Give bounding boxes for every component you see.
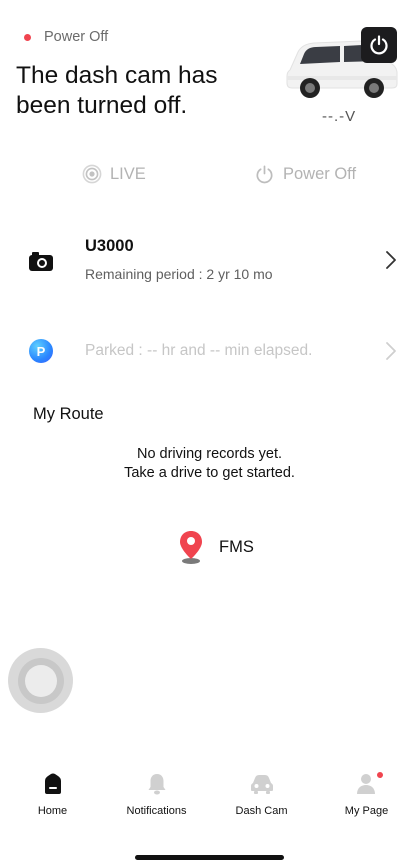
my-route-title: My Route	[33, 405, 104, 423]
person-icon	[356, 774, 375, 794]
tab-dash-cam-label: Dash Cam	[235, 805, 288, 817]
parked-status: Parked : -- hr and -- min elapsed.	[85, 342, 313, 359]
live-icon	[82, 164, 102, 184]
tab-home[interactable]: Home	[0, 762, 105, 828]
tab-notifications[interactable]: Notifications	[104, 762, 209, 828]
notification-badge	[377, 772, 383, 778]
remaining-period: Remaining period : 2 yr 10 mo	[85, 266, 273, 282]
status-dot	[24, 33, 31, 41]
power-off-label: Power Off	[283, 165, 357, 183]
parking-icon: P	[29, 339, 53, 363]
bell-icon	[148, 774, 165, 795]
power-off-button[interactable]: Power Off	[254, 164, 356, 185]
home-icon	[44, 773, 61, 794]
tab-my-page[interactable]: My Page	[314, 762, 419, 828]
device-row[interactable]: U3000 Remaining period : 2 yr 10 mo	[0, 228, 419, 294]
power-icon	[370, 35, 388, 55]
live-label: LIVE	[110, 164, 146, 183]
fms-label: FMS	[219, 537, 254, 556]
fms-button[interactable]: FMS	[177, 529, 254, 565]
voltage-readout: --.-V	[322, 108, 357, 125]
status-label: Power Off	[44, 29, 109, 45]
chevron-right-icon	[386, 251, 396, 269]
status-headline: The dash cam has been turned off.	[16, 62, 218, 119]
floating-assist-button[interactable]	[8, 648, 73, 713]
live-button[interactable]: LIVE	[82, 164, 146, 184]
dashcam-icon	[29, 252, 53, 271]
empty-route-message: No driving records yet. Take a drive to …	[0, 445, 419, 483]
bottom-tab-bar: Home Notifications Dash Cam My Page	[0, 762, 419, 828]
power-button[interactable]	[361, 27, 397, 63]
assist-ring	[17, 657, 64, 704]
empty-line-2: Take a drive to get started.	[124, 465, 295, 481]
parked-row[interactable]: P Parked : -- hr and -- min elapsed.	[0, 332, 419, 370]
power-icon	[256, 165, 273, 184]
tab-dash-cam[interactable]: Dash Cam	[209, 762, 314, 828]
tab-notifications-label: Notifications	[126, 805, 187, 817]
empty-line-1: No driving records yet.	[136, 446, 283, 462]
assist-core	[24, 664, 57, 697]
home-indicator	[135, 855, 284, 860]
map-pin-icon	[180, 531, 202, 564]
chevron-right-icon	[386, 342, 396, 360]
car-icon	[250, 775, 273, 794]
tab-home-label: Home	[37, 805, 68, 817]
device-name: U3000	[85, 237, 134, 255]
tab-my-page-label: My Page	[344, 805, 389, 817]
power-status: Power Off	[24, 29, 108, 45]
